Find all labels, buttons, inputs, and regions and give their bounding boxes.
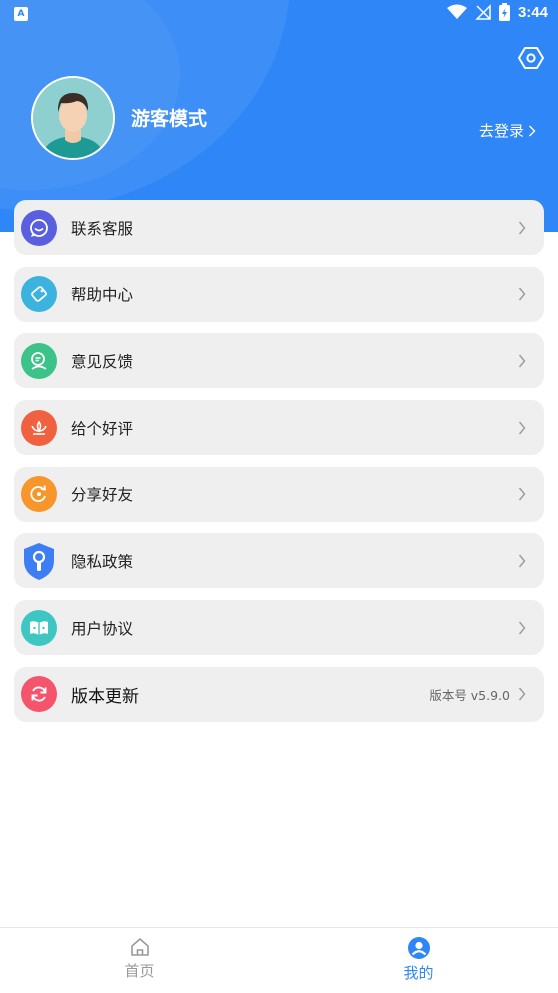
menu-item-user-agreement[interactable]: 用户协议: [14, 600, 544, 656]
chevron-right-icon: [518, 421, 526, 435]
chevron-right-icon: [529, 125, 536, 136]
home-icon: [130, 938, 149, 956]
menu-item-feedback[interactable]: 意见反馈: [14, 333, 544, 389]
wifi-icon: [446, 4, 467, 19]
menu-item-share[interactable]: 分享好友: [14, 466, 544, 522]
status-time: 3:44: [517, 3, 548, 21]
menu-item-label: 意见反馈: [71, 352, 134, 371]
chevron-right-icon: [518, 287, 526, 301]
feedback-icon: [21, 342, 57, 379]
tab-profile[interactable]: 我的: [279, 928, 558, 993]
menu-item-label: 分享好友: [71, 486, 134, 505]
chevron-right-icon: [518, 554, 526, 568]
menu-item-label: 联系客服: [71, 219, 134, 238]
help-tag-icon: [21, 276, 57, 313]
menu-item-rate-us[interactable]: 给个好评: [14, 400, 544, 456]
lotus-icon: [21, 409, 57, 446]
notification-a-icon: A: [14, 7, 28, 21]
status-bar: A 3:44: [0, 0, 558, 28]
shield-lock-icon: [21, 542, 57, 580]
chevron-right-icon: [518, 621, 526, 635]
chevron-right-icon: [518, 354, 526, 368]
share-refresh-icon: [21, 476, 57, 513]
menu-item-label: 给个好评: [71, 419, 134, 438]
menu-item-label: 隐私政策: [71, 552, 134, 571]
tab-label: 首页: [124, 962, 155, 980]
tab-home[interactable]: 首页: [0, 928, 279, 993]
menu-item-customer-service[interactable]: 联系客服: [14, 200, 544, 255]
menu-item-privacy-policy[interactable]: 隐私政策: [14, 533, 544, 589]
battery-charging-icon: [498, 3, 510, 21]
menu-item-label: 帮助中心: [71, 286, 134, 305]
chat-bubble-icon: [21, 209, 57, 246]
chevron-right-icon: [518, 687, 526, 701]
settings-hex-icon[interactable]: [518, 45, 544, 71]
profile-icon: [407, 937, 430, 959]
menu-item-help-center[interactable]: 帮助中心: [14, 266, 544, 322]
avatar[interactable]: [31, 76, 115, 160]
chevron-right-icon: [518, 487, 526, 501]
settings-menu: 联系客服 帮助中心 意见反馈 给个好评 分享好友 隐私政策 用户协议 版本更新 …: [14, 200, 544, 734]
agreement-book-icon: [21, 609, 57, 646]
login-link-label: 去登录: [478, 122, 524, 140]
no-signal-icon: [475, 4, 491, 20]
login-link[interactable]: 去登录: [479, 120, 536, 141]
guest-mode-label: 游客模式: [131, 108, 208, 130]
menu-item-version-update[interactable]: 版本更新 版本号 v5.9.0: [14, 666, 544, 722]
menu-item-label: 用户协议: [71, 619, 134, 638]
menu-item-label: 版本更新: [71, 686, 139, 707]
version-number: 版本号 v5.9.0: [429, 687, 510, 703]
bottom-tab-bar: 首页 我的: [0, 927, 558, 993]
tab-label: 我的: [403, 964, 434, 982]
chevron-right-icon: [518, 221, 526, 234]
user-avatar-icon: [33, 78, 113, 158]
sync-icon: [21, 676, 57, 713]
